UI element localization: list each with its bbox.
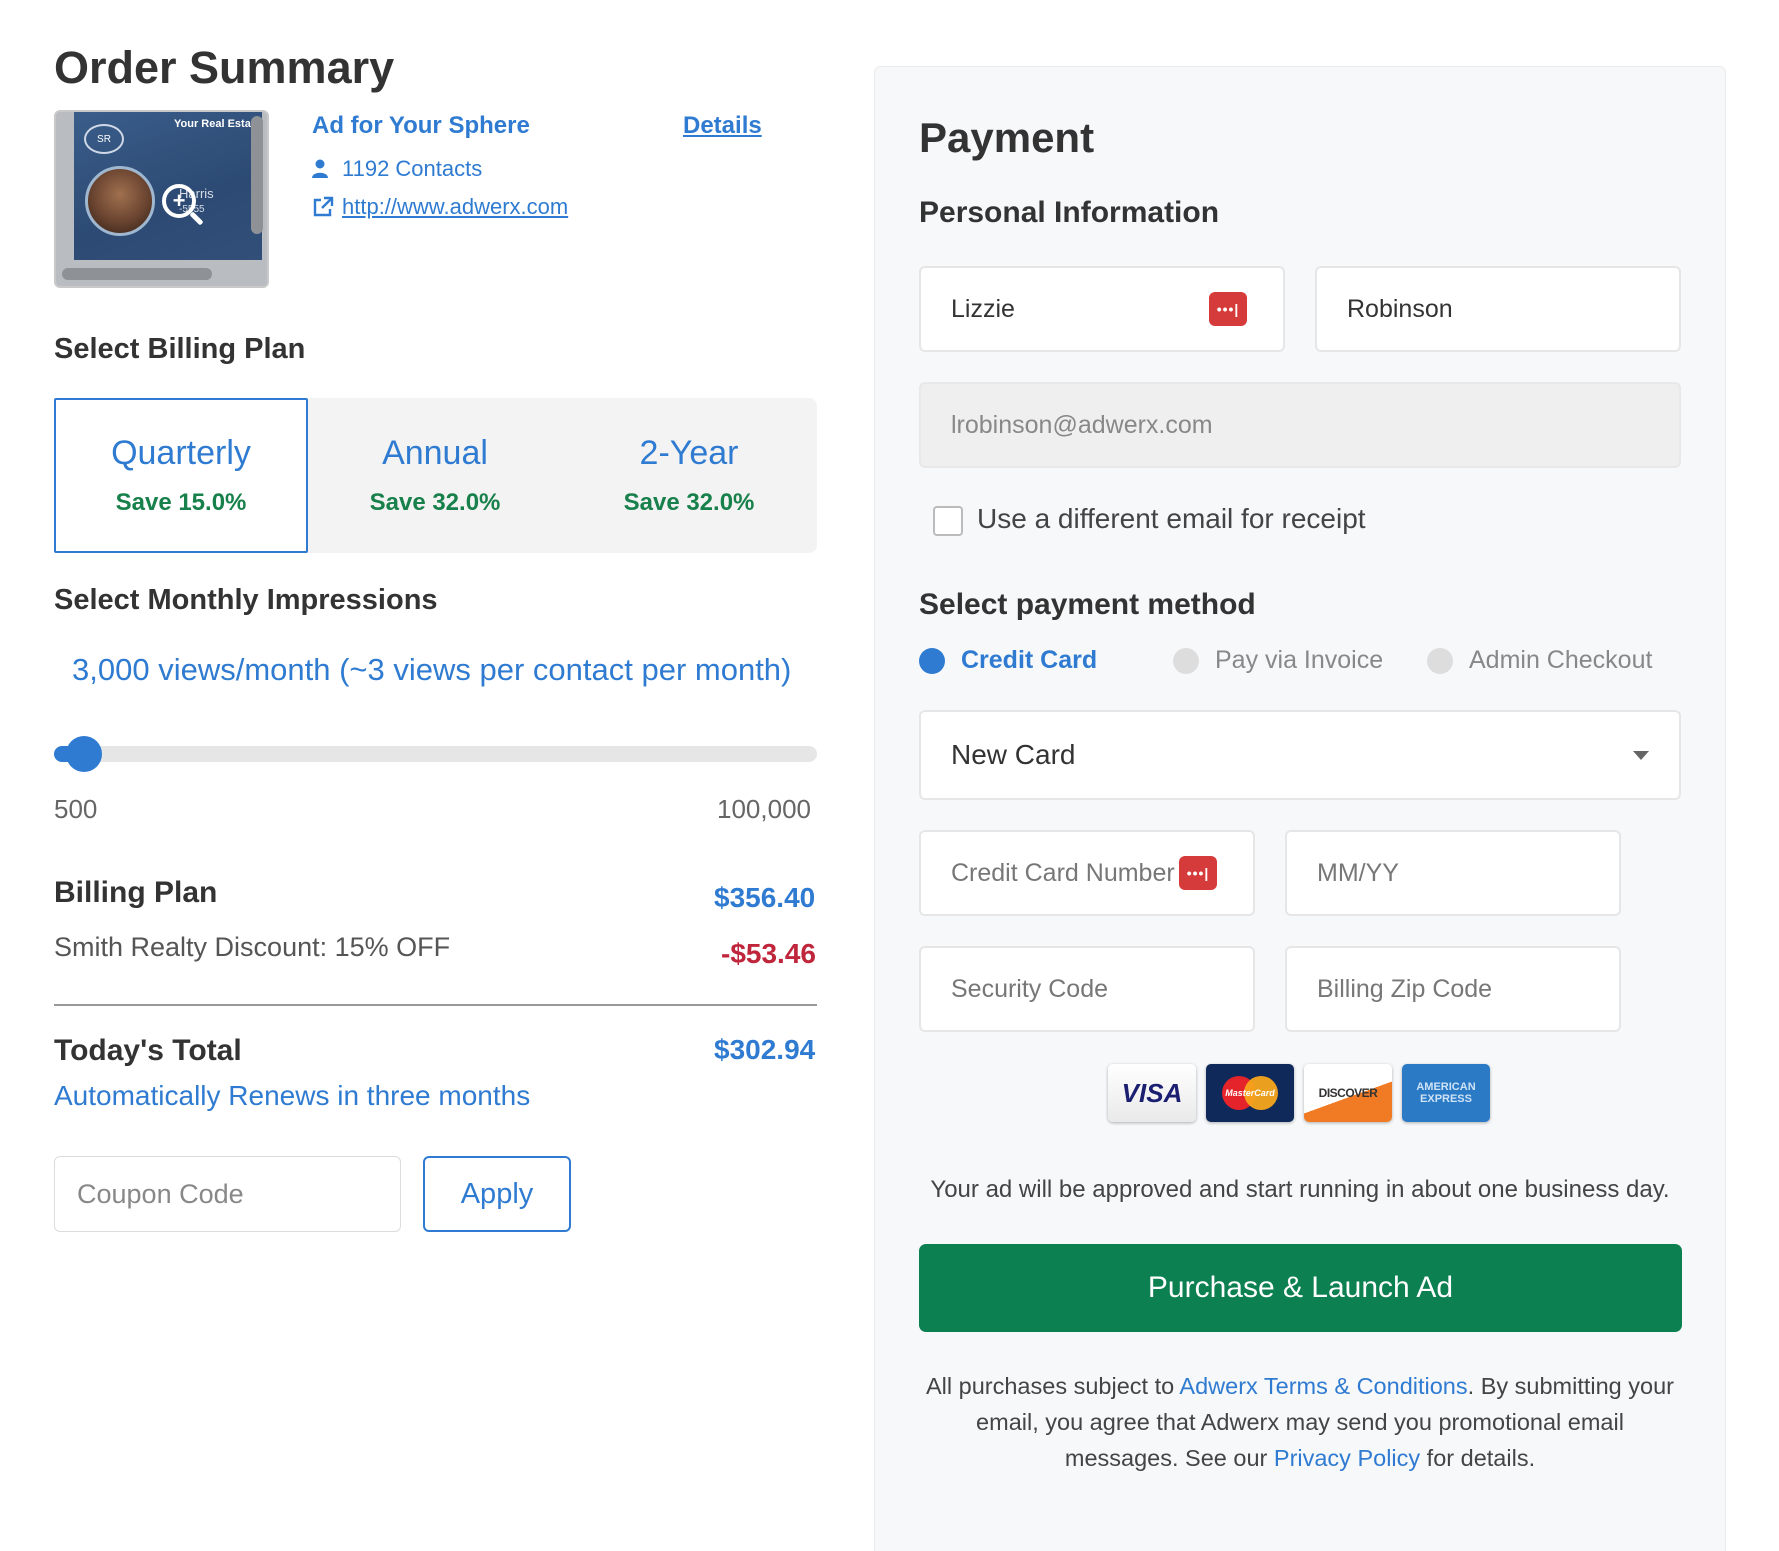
preview-vertical-scrollbar[interactable] bbox=[251, 116, 263, 234]
radio-admin-checkout[interactable]: Admin Checkout bbox=[1427, 646, 1652, 675]
radio-label: Pay via Invoice bbox=[1215, 646, 1384, 674]
slider-max-label: 100,000 bbox=[717, 794, 811, 824]
billing-plan-label: Billing Plan bbox=[54, 876, 218, 909]
plan-2-year[interactable]: 2-Year Save 32.0% bbox=[562, 398, 816, 553]
slider-min-label: 500 bbox=[54, 794, 98, 824]
radio-pay-via-invoice[interactable]: Pay via Invoice bbox=[1173, 646, 1383, 675]
todays-total-amount: $302.94 bbox=[714, 1034, 816, 1065]
brand-logo: SR bbox=[84, 124, 124, 154]
legal-part3: for details. bbox=[1420, 1445, 1536, 1471]
radio-dot bbox=[1427, 647, 1453, 674]
impressions-slider-handle[interactable] bbox=[66, 736, 102, 772]
plan-name: Annual bbox=[382, 434, 488, 472]
terms-link[interactable]: Adwerx Terms & Conditions bbox=[1179, 1373, 1467, 1399]
plan-name: Quarterly bbox=[111, 434, 251, 472]
different-email-checkbox[interactable] bbox=[933, 506, 963, 536]
password-manager-icon[interactable]: •••| bbox=[1209, 292, 1247, 326]
plan-annual[interactable]: Annual Save 32.0% bbox=[308, 398, 562, 553]
email-field bbox=[919, 382, 1681, 468]
saved-card-select[interactable]: New Card bbox=[919, 710, 1681, 800]
amex-text-line2: EXPRESS bbox=[1420, 1093, 1472, 1105]
different-email-label[interactable]: Use a different email for receipt bbox=[977, 503, 1366, 535]
plan-quarterly[interactable]: Quarterly Save 15.0% bbox=[54, 398, 308, 553]
expiry-field[interactable] bbox=[1285, 830, 1621, 916]
renewal-note: Automatically Renews in three months bbox=[54, 1080, 531, 1111]
privacy-policy-link[interactable]: Privacy Policy bbox=[1274, 1445, 1420, 1471]
impressions-heading: Select Monthly Impressions bbox=[54, 584, 438, 616]
ad-preview-thumbnail[interactable]: SR Your Real Estate Harris -5555 + bbox=[54, 110, 269, 288]
security-code-field[interactable] bbox=[919, 946, 1255, 1032]
discount-label: Smith Realty Discount: 15% OFF bbox=[54, 932, 451, 962]
ad-preview-screen: SR Your Real Estate Harris -5555 + bbox=[74, 112, 262, 260]
plan-savings: Save 32.0% bbox=[623, 489, 755, 516]
discount-amount: -$53.46 bbox=[721, 938, 816, 969]
user-icon bbox=[312, 159, 328, 178]
todays-total-label: Today's Total bbox=[54, 1034, 242, 1067]
visa-logo: VISA bbox=[1108, 1064, 1196, 1122]
legal-part1: All purchases subject to bbox=[926, 1373, 1180, 1399]
external-link-icon bbox=[313, 196, 334, 217]
contacts-row: 1192 Contacts bbox=[312, 156, 482, 182]
mastercard-logo: MasterCard bbox=[1206, 1064, 1294, 1122]
password-manager-icon[interactable]: •••| bbox=[1179, 856, 1217, 890]
last-name-field[interactable] bbox=[1315, 266, 1681, 352]
radio-label: Admin Checkout bbox=[1469, 646, 1653, 674]
payment-heading: Payment bbox=[919, 114, 1095, 161]
radio-dot bbox=[1173, 647, 1199, 674]
personal-info-heading: Personal Information bbox=[919, 196, 1220, 229]
billing-zip-field[interactable] bbox=[1285, 946, 1621, 1032]
ad-preview-title: Your Real Estate bbox=[174, 118, 261, 130]
ad-url-link[interactable]: http://www.adwerx.com bbox=[342, 194, 568, 220]
mastercard-text: MasterCard bbox=[1225, 1088, 1275, 1098]
amex-logo: AMERICAN EXPRESS bbox=[1402, 1064, 1490, 1122]
plan-savings: Save 32.0% bbox=[369, 489, 501, 516]
summary-divider bbox=[54, 1004, 817, 1006]
legal-text: All purchases subject to Adwerx Terms & … bbox=[919, 1368, 1681, 1476]
order-summary-heading: Order Summary bbox=[54, 42, 395, 93]
radio-credit-card[interactable]: Credit Card bbox=[919, 646, 1097, 675]
billing-plan-heading: Select Billing Plan bbox=[54, 333, 306, 365]
radio-dot bbox=[919, 647, 945, 674]
url-row: http://www.adwerx.com bbox=[312, 194, 568, 220]
approval-note: Your ad will be approved and start runni… bbox=[930, 1176, 1670, 1203]
plan-name: 2-Year bbox=[639, 434, 739, 472]
plan-savings: Save 15.0% bbox=[115, 489, 247, 516]
views-per-month: 3,000 views/month (~3 views per contact … bbox=[72, 652, 792, 687]
purchase-launch-button[interactable]: Purchase & Launch Ad bbox=[919, 1244, 1682, 1332]
details-link[interactable]: Details bbox=[683, 112, 762, 140]
billing-plan-selector: Quarterly Save 15.0% Annual Save 32.0% 2… bbox=[54, 398, 817, 553]
ad-title: Ad for Your Sphere bbox=[312, 112, 530, 139]
radio-label: Credit Card bbox=[961, 646, 1098, 674]
zoom-icon[interactable]: + bbox=[162, 184, 196, 218]
amex-text-line1: AMERICAN bbox=[1416, 1080, 1476, 1093]
saved-card-value: New Card bbox=[951, 739, 1076, 770]
billing-plan-price: $356.40 bbox=[714, 882, 816, 913]
agent-photo bbox=[85, 166, 155, 236]
discover-logo: DISCOVER bbox=[1304, 1064, 1392, 1122]
coupon-code-input[interactable] bbox=[54, 1156, 401, 1232]
apply-coupon-button[interactable]: Apply bbox=[423, 1156, 571, 1232]
contacts-count: 1192 Contacts bbox=[342, 156, 483, 181]
preview-horizontal-scrollbar[interactable] bbox=[62, 268, 212, 280]
payment-method-heading: Select payment method bbox=[919, 588, 1256, 621]
accepted-cards: VISA MasterCard DISCOVER AMERICAN EXPRES… bbox=[1108, 1064, 1490, 1122]
impressions-slider-track[interactable] bbox=[54, 746, 817, 762]
chevron-down-icon bbox=[1633, 750, 1649, 760]
